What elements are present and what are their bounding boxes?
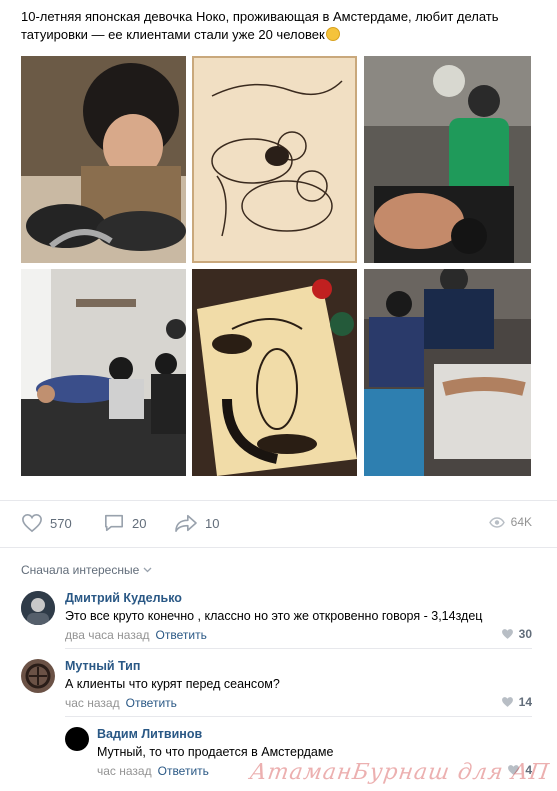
comment-sort-label: Сначала интересные bbox=[21, 563, 140, 577]
comment-author[interactable]: Вадим Литвинов bbox=[97, 727, 202, 741]
comment-author[interactable]: Дмитрий Куделько bbox=[65, 591, 182, 605]
avatar[interactable] bbox=[65, 727, 89, 751]
comment-like-button[interactable]: 14 bbox=[501, 695, 532, 709]
comment-meta: час назад Ответить bbox=[97, 764, 209, 778]
comment-meta: час назад Ответить bbox=[65, 696, 177, 710]
photo-bird-sketches[interactable] bbox=[192, 269, 357, 476]
chevron-down-icon bbox=[143, 567, 152, 573]
comment-item: Мутный Тип А клиенты что курят перед сеа… bbox=[0, 657, 557, 717]
eye-icon bbox=[488, 516, 505, 528]
heart-icon bbox=[501, 697, 513, 707]
heart-icon bbox=[22, 513, 42, 533]
comment-text: Это все круто конечно , классно но это ж… bbox=[65, 609, 483, 623]
comment-time: два часа назад bbox=[65, 628, 150, 642]
photo-girl-with-client[interactable] bbox=[364, 269, 531, 476]
share-icon bbox=[175, 514, 197, 532]
post-text: 10-летняя японская девочка Ноко, прожива… bbox=[21, 8, 536, 44]
avatar[interactable] bbox=[21, 591, 55, 625]
comment-text: Мутный, то что продается в Амстердаме bbox=[97, 745, 334, 759]
comment-count: 20 bbox=[132, 515, 147, 531]
share-count: 10 bbox=[205, 515, 220, 531]
photo-girl-green-shirt[interactable] bbox=[364, 56, 531, 263]
watermark: АтаманБурнаш для АП bbox=[247, 760, 551, 785]
comment-divider bbox=[65, 648, 532, 649]
reply-link[interactable]: Ответить bbox=[156, 628, 207, 642]
comment-sort-dropdown[interactable]: Сначала интересные bbox=[21, 563, 152, 577]
like-button[interactable]: 570 bbox=[21, 513, 72, 533]
grinning-face-icon bbox=[325, 27, 340, 41]
section-divider bbox=[0, 547, 557, 548]
comment-button[interactable]: 20 bbox=[103, 513, 146, 533]
reply-link[interactable]: Ответить bbox=[126, 696, 177, 710]
comment-text: А клиенты что курят перед сеансом? bbox=[65, 677, 280, 691]
comment-like-button[interactable]: 30 bbox=[501, 627, 532, 641]
comment-meta: два часа назад Ответить bbox=[65, 628, 207, 642]
comment-author[interactable]: Мутный Тип bbox=[65, 659, 140, 673]
comment-time: час назад bbox=[97, 764, 152, 778]
photo-cat-drawings[interactable] bbox=[192, 56, 357, 263]
photo-girl-tattooing[interactable] bbox=[21, 56, 186, 263]
heart-icon bbox=[501, 629, 513, 639]
post-text-content: 10-летняя японская девочка Ноко, прожива… bbox=[21, 9, 499, 42]
post-actions-bar: 570 20 10 64K bbox=[0, 500, 557, 546]
comment-item: Дмитрий Куделько Это все круто конечно ,… bbox=[0, 589, 557, 649]
comment-like-count: 30 bbox=[518, 627, 532, 641]
comment-icon bbox=[105, 514, 123, 532]
views-count: 64K bbox=[510, 515, 532, 529]
views-counter: 64K bbox=[488, 515, 532, 529]
comment-time: час назад bbox=[65, 696, 120, 710]
avatar[interactable] bbox=[21, 659, 55, 693]
comment-like-count: 14 bbox=[518, 695, 532, 709]
reply-link[interactable]: Ответить bbox=[158, 764, 209, 778]
comment-divider bbox=[65, 716, 532, 717]
photo-tattoo-studio[interactable] bbox=[21, 269, 186, 476]
like-count: 570 bbox=[50, 515, 72, 531]
share-button[interactable]: 10 bbox=[174, 513, 219, 533]
